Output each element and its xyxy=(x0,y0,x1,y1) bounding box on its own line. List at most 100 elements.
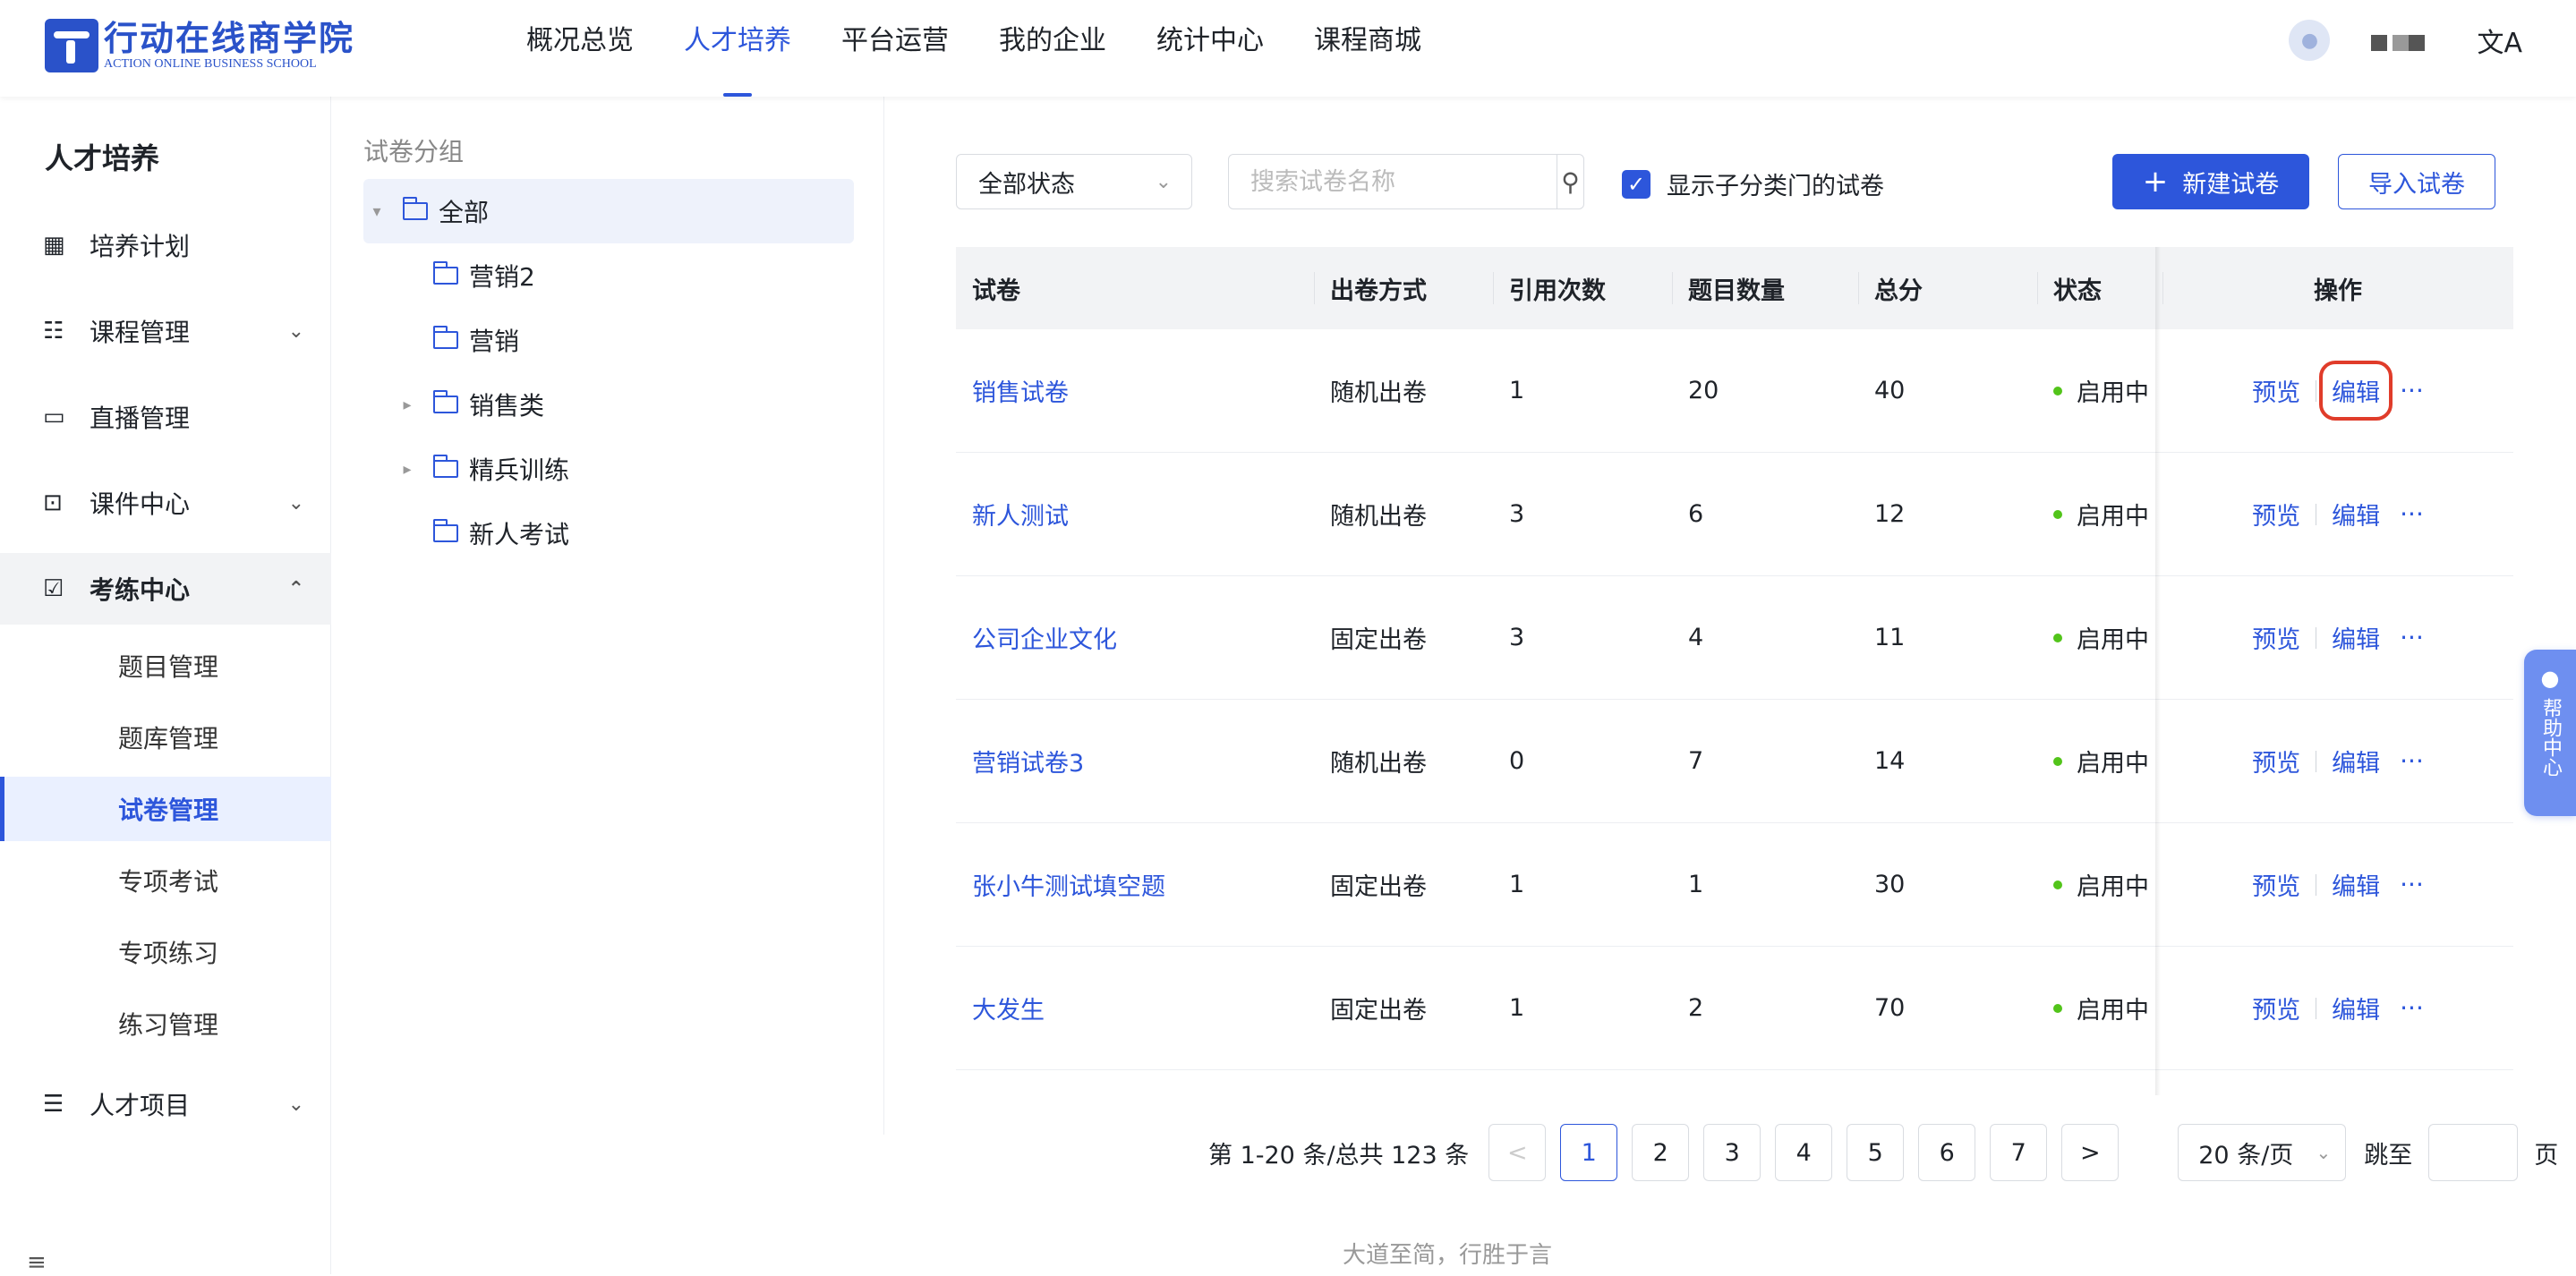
status-badge: 启用中 xyxy=(2077,873,2149,901)
preview-button[interactable]: 预览 xyxy=(2252,867,2300,902)
tree-node-marketing2[interactable]: 营销2 xyxy=(363,243,854,308)
preview-button[interactable]: 预览 xyxy=(2252,991,2300,1025)
inbox-icon: ⊡ xyxy=(43,489,63,516)
paper-name-link[interactable]: 新人测试 xyxy=(972,497,1069,532)
preview-button[interactable]: 预览 xyxy=(2252,373,2300,408)
col-score: 总分 xyxy=(1858,247,2037,329)
search-icon[interactable]: ⚲ xyxy=(1557,155,1583,208)
plus-icon: + xyxy=(2142,164,2169,200)
edit-button[interactable]: 编辑 xyxy=(2332,497,2380,532)
sidebar-item-plan[interactable]: ▦ 培养计划 xyxy=(0,209,331,281)
more-icon[interactable]: ··· xyxy=(2400,746,2424,776)
page-1[interactable]: 1 xyxy=(1560,1124,1618,1181)
paper-name-link[interactable]: 销售试卷 xyxy=(972,373,1069,408)
help-center-button[interactable]: ● 帮助中心 xyxy=(2524,650,2576,816)
col-status: 状态 xyxy=(2037,247,2162,329)
more-icon[interactable]: ··· xyxy=(2400,376,2424,405)
import-paper-button[interactable]: 导入试卷 xyxy=(2338,154,2495,209)
sidebar-item-project[interactable]: ☰ 人才项目 ⌄ xyxy=(0,1068,331,1140)
page-6[interactable]: 6 xyxy=(1918,1124,1976,1181)
edit-button[interactable]: 编辑 xyxy=(2332,744,2380,778)
status-select[interactable]: 全部状态 ⌄ xyxy=(956,154,1192,209)
tree-node-sales[interactable]: ▸ 销售类 xyxy=(363,372,854,437)
nav-item-overview[interactable]: 概况总览 xyxy=(501,0,659,97)
caret-right-icon[interactable]: ▸ xyxy=(394,460,421,479)
edit-button[interactable]: 编辑 xyxy=(2319,361,2393,421)
page-3[interactable]: 3 xyxy=(1703,1124,1761,1181)
new-paper-button[interactable]: + 新建试卷 xyxy=(2112,154,2309,209)
more-icon[interactable]: ··· xyxy=(2400,993,2424,1023)
nav-item-mall[interactable]: 课程商城 xyxy=(1289,0,1446,97)
tree-node-all[interactable]: ▾ 全部 xyxy=(363,179,854,243)
sidebar-item-course[interactable]: ☷ 课程管理 ⌄ xyxy=(0,295,331,367)
user-avatar-icon[interactable]: ● xyxy=(2289,20,2331,61)
show-subcategory-checkbox[interactable]: ✓ 显示子分类门的试卷 xyxy=(1622,166,1884,201)
sidebar-item-courseware[interactable]: ⊡ 课件中心 ⌄ xyxy=(0,467,331,539)
tree-node-newcomer[interactable]: 新人考试 xyxy=(363,501,854,566)
table-row: 新人测试 随机出卷 3 6 12 启用中 预览 编辑 ··· xyxy=(956,453,2513,576)
edit-button[interactable]: 编辑 xyxy=(2332,867,2380,902)
paper-count: 7 xyxy=(1688,747,1704,775)
project-icon: ☰ xyxy=(43,1091,64,1118)
main-nav: 概况总览 人才培养 平台运营 我的企业 统计中心 课程商城 xyxy=(501,0,1446,97)
sidebar-item-live[interactable]: ▭ 直播管理 xyxy=(0,381,331,453)
page-7[interactable]: 7 xyxy=(1990,1124,2048,1181)
edit-button[interactable]: 编辑 xyxy=(2332,620,2380,655)
status-dot-icon xyxy=(2053,880,2062,889)
more-icon[interactable]: ··· xyxy=(2400,870,2424,899)
more-icon[interactable]: ··· xyxy=(2400,623,2424,652)
top-header: 行动在线商学院 ACTION ONLINE BUSINESS SCHOOL 概况… xyxy=(0,0,2576,97)
table-row: 张小牛测试填空题 固定出卷 1 1 30 启用中 预览 编辑 ··· xyxy=(956,823,2513,947)
status-dot-icon xyxy=(2053,1003,2062,1013)
table-header: 试卷 出卷方式 引用次数 题目数量 总分 状态 操作 xyxy=(956,247,2513,329)
paper-mode: 随机出卷 xyxy=(1330,379,1427,407)
user-name[interactable] xyxy=(2371,30,2427,51)
preview-button[interactable]: 预览 xyxy=(2252,497,2300,532)
paper-name-link[interactable]: 大发生 xyxy=(972,991,1045,1025)
paper-count: 20 xyxy=(1688,377,1719,404)
sidebar-sub-practice[interactable]: 练习管理 xyxy=(0,991,331,1056)
sidebar-sub-special-practice[interactable]: 专项练习 xyxy=(0,920,331,984)
status-badge: 启用中 xyxy=(2077,379,2149,407)
nav-item-operations[interactable]: 平台运营 xyxy=(816,0,974,97)
page-suffix: 页 xyxy=(2534,1141,2559,1170)
page-5[interactable]: 5 xyxy=(1847,1124,1905,1181)
paper-name-link[interactable]: 张小牛测试填空题 xyxy=(972,867,1165,902)
edit-button[interactable]: 编辑 xyxy=(2332,991,2380,1025)
tree-node-marketing[interactable]: 营销 xyxy=(363,308,854,372)
paper-count: 1 xyxy=(1688,871,1704,898)
translate-icon[interactable]: 文A xyxy=(2477,21,2522,60)
toolbar: 全部状态 ⌄ ⚲ ✓ 显示子分类门的试卷 + 新建试卷 导入试卷 xyxy=(956,154,2513,209)
page-size-select[interactable]: 20 条/页 ⌄ xyxy=(2178,1124,2347,1181)
sidebar-sub-questions[interactable]: 题目管理 xyxy=(0,634,331,698)
paper-name-link[interactable]: 公司企业文化 xyxy=(972,620,1117,655)
sidebar-sub-special-exam[interactable]: 专项考试 xyxy=(0,848,331,913)
paper-refs: 1 xyxy=(1509,377,1525,404)
folder-icon xyxy=(432,455,458,478)
tree-node-elite[interactable]: ▸ 精兵训练 xyxy=(363,437,854,501)
next-page-button[interactable]: > xyxy=(2061,1124,2120,1181)
paper-count: 4 xyxy=(1688,624,1704,651)
logo[interactable]: 行动在线商学院 ACTION ONLINE BUSINESS SCHOOL xyxy=(45,18,354,73)
nav-item-talent[interactable]: 人才培养 xyxy=(659,0,816,97)
jump-page-input[interactable] xyxy=(2428,1124,2519,1181)
page-4[interactable]: 4 xyxy=(1775,1124,1833,1181)
caret-right-icon[interactable]: ▸ xyxy=(394,396,421,414)
prev-page-button[interactable]: < xyxy=(1488,1124,1547,1181)
paper-score: 40 xyxy=(1874,377,1906,404)
sidebar-sub-bank[interactable]: 题库管理 xyxy=(0,705,331,770)
nav-item-statistics[interactable]: 统计中心 xyxy=(1131,0,1289,97)
page-2[interactable]: 2 xyxy=(1632,1124,1690,1181)
caret-down-icon[interactable]: ▾ xyxy=(363,202,390,221)
help-center-label: 帮助中心 xyxy=(2539,698,2562,777)
sidebar-item-exam[interactable]: ☑ 考练中心 ⌃ xyxy=(0,553,331,625)
search-input[interactable] xyxy=(1229,155,1557,208)
paper-name-link[interactable]: 营销试卷3 xyxy=(972,744,1084,778)
preview-button[interactable]: 预览 xyxy=(2252,620,2300,655)
preview-button[interactable]: 预览 xyxy=(2252,744,2300,778)
more-icon[interactable]: ··· xyxy=(2400,499,2424,529)
nav-item-enterprise[interactable]: 我的企业 xyxy=(974,0,1131,97)
collapse-sidebar-icon[interactable]: ≡ xyxy=(27,1249,47,1276)
sidebar-sub-papers[interactable]: 试卷管理 xyxy=(0,777,331,841)
paper-score: 30 xyxy=(1874,871,1906,898)
